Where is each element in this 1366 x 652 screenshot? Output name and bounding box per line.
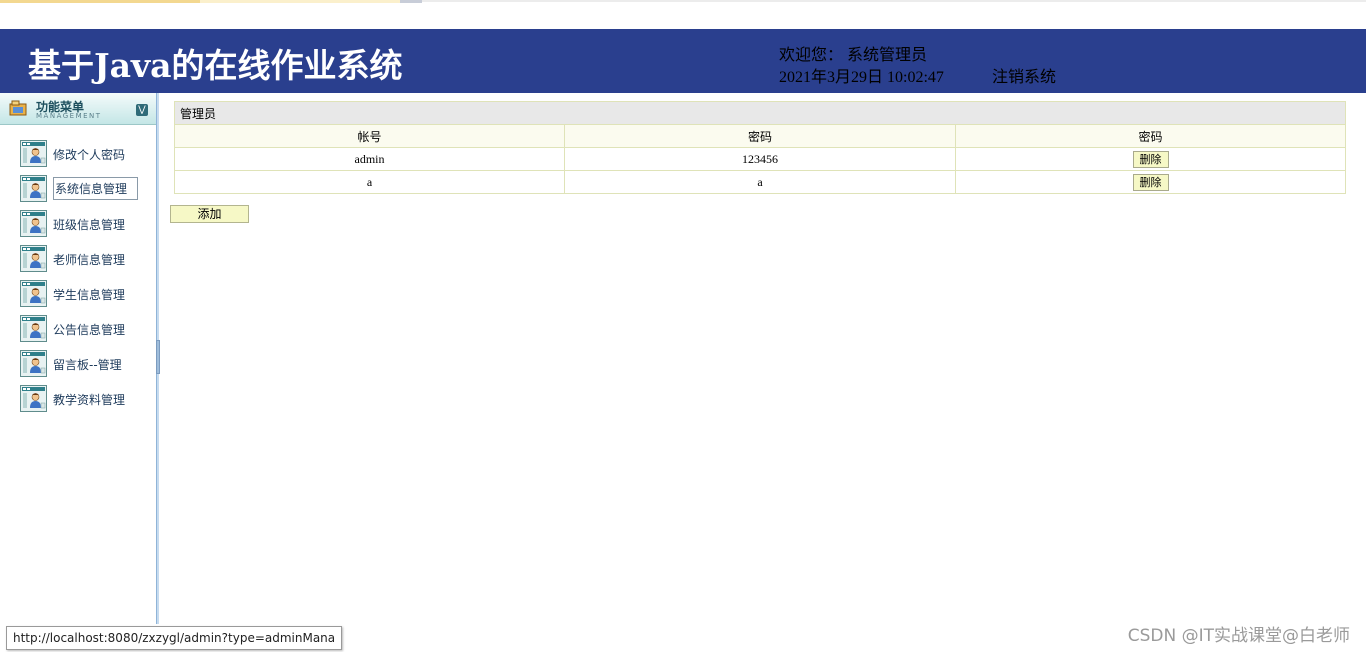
datetime-display: 2021年3月29日 10:02:47 — [779, 69, 944, 86]
sidebar-item-label: 系统信息管理 — [53, 177, 139, 200]
account-cell: admin — [174, 147, 565, 171]
sidebar-item[interactable]: 公告信息管理 — [20, 315, 150, 343]
table-row: admin 123456 删除 — [174, 147, 1346, 171]
user-card-icon — [20, 245, 47, 272]
sidebar-item-label: 修改个人密码 — [53, 148, 126, 162]
splitter-handle[interactable] — [156, 340, 160, 374]
browser-top-strip — [0, 0, 1366, 29]
sidebar-item-label: 留言板--管理 — [53, 358, 122, 372]
table-row: a a 删除 — [174, 170, 1346, 194]
sidebar-item-label: 公告信息管理 — [53, 323, 126, 337]
delete-button[interactable]: 删除 — [1132, 150, 1169, 168]
account-cell: a — [174, 170, 565, 194]
user-card-icon — [20, 350, 47, 377]
password-cell: a — [564, 170, 956, 194]
user-name: 系统管理员 — [847, 47, 928, 64]
user-card-icon — [20, 175, 47, 202]
action-cell: 删除 — [955, 170, 1346, 194]
menu-header: 功能菜单 MANAGEMENT ⋁ — [0, 93, 157, 125]
user-card-icon — [20, 280, 47, 307]
sidebar-item-label: 学生信息管理 — [53, 288, 126, 302]
folder-menu-icon — [9, 100, 27, 116]
main-content: 管理员 帐号 密码 密码 admin 123456 删除 a a 删除 — [174, 101, 1346, 194]
watermark: CSDN @IT实战课堂@白老师 — [1127, 626, 1350, 646]
user-card-icon — [20, 315, 47, 342]
sidebar-item[interactable]: 修改个人密码 — [20, 140, 150, 168]
user-card-icon — [20, 210, 47, 237]
header-banner: 基于Java的在线作业系统 欢迎您： 系统管理员 2021年3月29日 10:02… — [0, 29, 1366, 93]
site-title: 基于Java的在线作业系统 — [28, 46, 403, 85]
table-caption: 管理员 — [174, 101, 1346, 125]
sidebar-item-label: 教学资料管理 — [53, 393, 126, 407]
collapse-chevron-icon[interactable]: ⋁ — [136, 104, 148, 116]
sidebar-item-label: 老师信息管理 — [53, 253, 126, 267]
welcome-text: 欢迎您： 系统管理员 — [779, 41, 927, 65]
welcome-label: 欢迎您： — [779, 47, 844, 64]
sidebar-item[interactable]: 老师信息管理 — [20, 245, 150, 273]
sidebar-item[interactable]: 教学资料管理 — [20, 385, 150, 413]
sidebar-item[interactable]: 班级信息管理 — [20, 210, 150, 238]
user-card-icon — [20, 140, 47, 167]
delete-button[interactable]: 删除 — [1132, 173, 1169, 191]
sidebar-item[interactable]: 系统信息管理 — [20, 175, 150, 203]
sidebar-item[interactable]: 学生信息管理 — [20, 280, 150, 308]
table-header-row: 帐号 密码 密码 — [174, 124, 1346, 148]
sidebar-item-label: 班级信息管理 — [53, 218, 126, 232]
password-cell: 123456 — [564, 147, 956, 171]
column-header-action: 密码 — [955, 124, 1346, 148]
sidebar: 功能菜单 MANAGEMENT ⋁ 修改个人密码系统信息管理班级信息管理 老师信息… — [0, 93, 157, 624]
status-bar-url: http://localhost:8080/zxzygl/admin?type=… — [6, 626, 343, 650]
user-card-icon — [20, 385, 47, 412]
table-caption-row: 管理员 — [174, 101, 1346, 125]
logout-link[interactable]: 注销系统 — [992, 63, 1056, 87]
add-button[interactable]: 添加 — [170, 205, 249, 223]
action-cell: 删除 — [955, 147, 1346, 171]
sidebar-item[interactable]: 留言板--管理 — [20, 350, 150, 378]
column-header-password: 密码 — [564, 124, 956, 148]
column-header-account: 帐号 — [174, 124, 565, 148]
admin-table: 管理员 帐号 密码 密码 admin 123456 删除 a a 删除 — [174, 101, 1346, 194]
menu-subtitle: MANAGEMENT — [36, 112, 102, 120]
